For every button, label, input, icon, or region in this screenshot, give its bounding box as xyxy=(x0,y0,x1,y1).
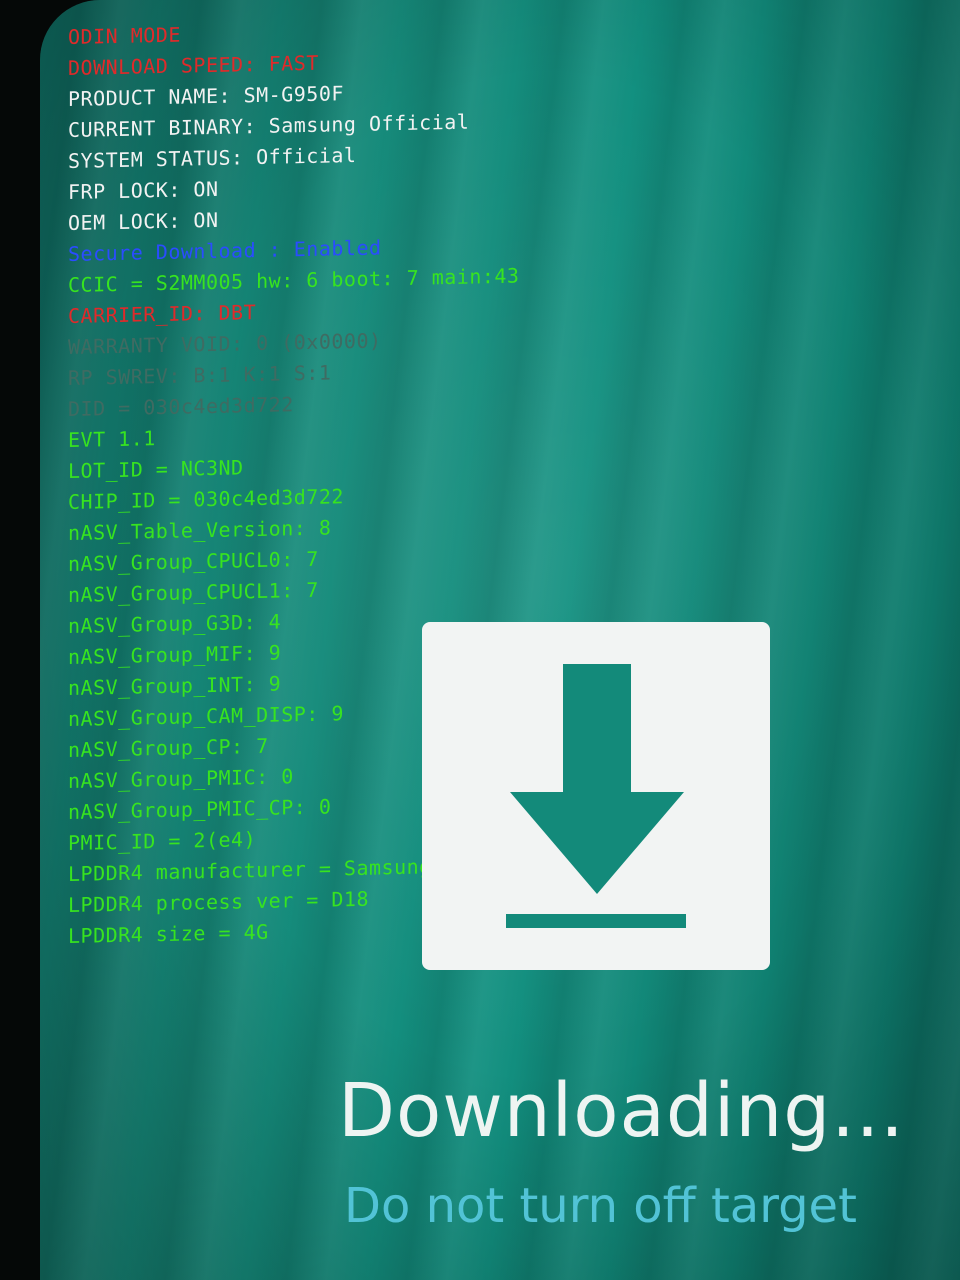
downloading-subtitle: Do not turn off target xyxy=(344,1178,857,1234)
download-mode-screen: ODIN MODE DOWNLOAD SPEED: FAST PRODUCT NAM… xyxy=(40,0,960,1280)
downloading-title: Downloading... xyxy=(338,1068,905,1154)
download-arrow-icon xyxy=(506,664,686,928)
download-box xyxy=(422,622,770,970)
